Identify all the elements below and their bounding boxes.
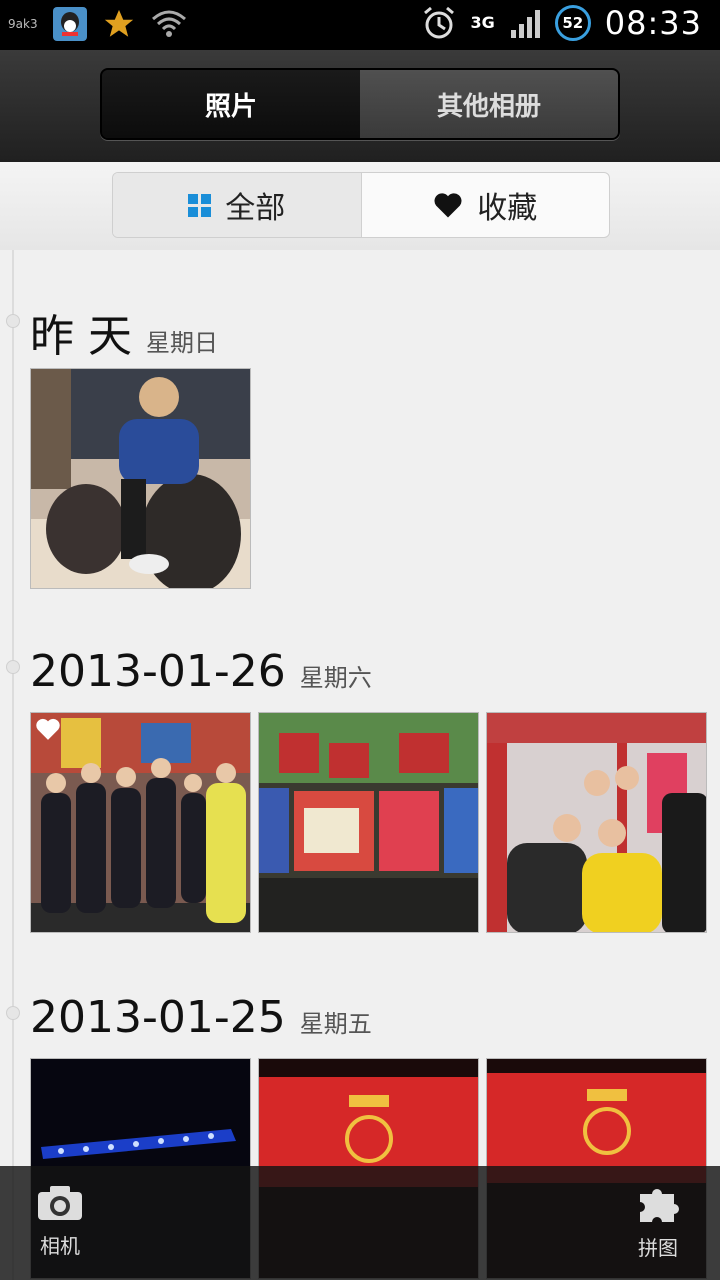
bottom-bar: 相机 拼图 <box>0 1166 720 1280</box>
clock: 08:33 <box>604 4 702 42</box>
tab-other-albums[interactable]: 其他相册 <box>360 70 618 138</box>
alarm-icon <box>423 6 454 39</box>
star-icon <box>104 9 133 37</box>
tab-photos[interactable]: 照片 <box>102 70 360 138</box>
top-bar: 照片 其他相册 <box>0 50 720 162</box>
camera-icon <box>38 1186 82 1220</box>
network-type: 3G <box>470 13 495 32</box>
section-header: 2013-01-25 星期五 <box>30 992 372 1043</box>
filter-favorites-label: 收藏 <box>477 191 538 226</box>
section-date: 2013-01-25 <box>30 992 286 1043</box>
tab-photos-label: 照片 <box>204 91 257 122</box>
status-bar: 9ak3 3G 52 08:33 <box>0 0 720 50</box>
timeline-dot <box>6 1006 20 1020</box>
signal-icon <box>510 10 540 38</box>
section-date: 昨 天 <box>30 311 132 362</box>
carrier-label: 9ak3 <box>8 17 38 31</box>
album-tabs: 照片 其他相册 <box>100 68 620 140</box>
tab-other-albums-label: 其他相册 <box>436 91 541 122</box>
section-date: 2013-01-26 <box>30 646 286 697</box>
puzzle-icon <box>640 1189 679 1222</box>
photo-thumbnail[interactable] <box>30 368 251 589</box>
section-weekday: 星期日 <box>146 329 218 357</box>
collage-label: 拼图 <box>638 1236 678 1260</box>
section-weekday: 星期五 <box>299 1010 372 1038</box>
photo-thumbnail[interactable] <box>486 712 707 933</box>
qq-notification-icon <box>52 7 87 41</box>
grid-icon <box>188 193 212 217</box>
camera-label: 相机 <box>40 1234 80 1258</box>
timeline-dot <box>6 314 20 328</box>
battery-indicator: 52 <box>554 5 591 41</box>
filter-favorites-button[interactable]: 收藏 <box>362 173 610 237</box>
photo-thumbnail[interactable] <box>30 712 251 933</box>
collage-button[interactable]: 拼图 <box>636 1184 680 1261</box>
photo-posters <box>259 713 478 932</box>
filter-bar: 全部 收藏 <box>0 162 720 250</box>
section-weekday: 星期六 <box>299 664 372 692</box>
camera-button[interactable]: 相机 <box>36 1184 84 1259</box>
photo-group <box>31 713 250 932</box>
section-header: 2013-01-26 星期六 <box>30 646 372 697</box>
photo-friends <box>487 713 706 932</box>
photo-person-in-chair <box>31 369 250 588</box>
wifi-icon <box>151 10 186 37</box>
heart-icon <box>434 193 462 218</box>
timeline-dot <box>6 660 20 674</box>
battery-level: 52 <box>562 14 584 32</box>
favorite-heart-icon <box>36 718 60 740</box>
filter-all-button[interactable]: 全部 <box>113 173 362 237</box>
photo-thumbnail[interactable] <box>258 712 479 933</box>
filter-tabs: 全部 收藏 <box>112 172 610 238</box>
filter-all-label: 全部 <box>225 191 286 226</box>
timeline-line <box>12 250 14 1280</box>
section-header: 昨 天 星期日 <box>30 300 218 364</box>
